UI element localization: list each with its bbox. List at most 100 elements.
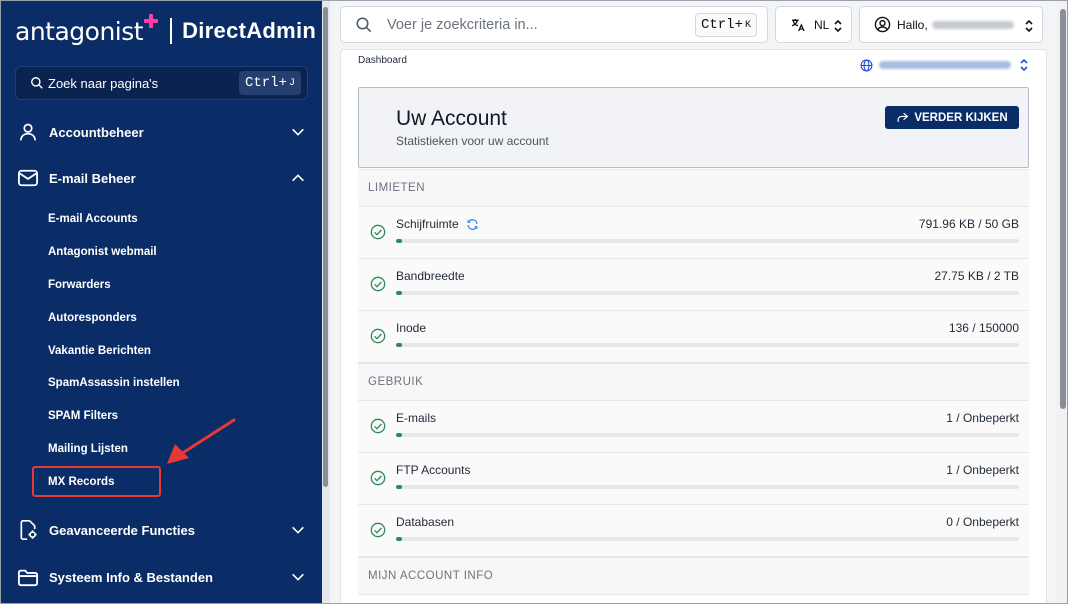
usage-label: Databasen xyxy=(396,515,455,529)
limit-label: Schijfruimte xyxy=(396,217,479,231)
sidebar-group-label: Accountbeheer xyxy=(49,124,144,140)
progress-fill xyxy=(396,291,403,295)
chevron-down-icon xyxy=(292,573,304,581)
verder-kijken-label: VERDER KIJKEN xyxy=(914,111,1008,124)
usage-value: 1 / Onbeperkt xyxy=(946,411,1019,425)
logo-antagonist: antagonist xyxy=(15,16,144,46)
app-window: antagonist DirectAdmin Zoek naar pagina'… xyxy=(0,0,1068,604)
limit-row-bandbreedte: Bandbreedte 27.75 KB / 2 TB xyxy=(358,259,1029,311)
usage-row-databasen: Databasen 0 / Onbeperkt xyxy=(358,505,1029,557)
settings-doc-icon xyxy=(17,519,39,541)
top-search-placeholder: Voer je zoekcriteria in... xyxy=(387,16,538,33)
account-title: Uw Account xyxy=(396,107,507,130)
annotation-highlight-box xyxy=(32,466,161,497)
domain-selector[interactable] xyxy=(860,58,1029,72)
progress-fill xyxy=(396,485,403,489)
account-subtitle: Statistieken voor uw account xyxy=(396,134,549,148)
user-menu[interactable]: Hallo, xyxy=(859,6,1043,43)
check-circle-icon xyxy=(370,224,386,240)
check-circle-icon xyxy=(370,276,386,292)
redacted-domain xyxy=(879,61,1011,69)
sidebar-group-label: Geavanceerde Functies xyxy=(49,522,195,538)
check-circle-icon xyxy=(370,522,386,538)
sidebar-item-spamassassin[interactable]: SpamAssassin instellen xyxy=(48,377,180,389)
logo[interactable]: antagonist DirectAdmin xyxy=(15,13,316,49)
share-arrow-icon xyxy=(897,112,909,122)
sidebar-item-antagonist-webmail[interactable]: Antagonist webmail xyxy=(48,246,157,258)
folder-icon xyxy=(17,566,39,588)
progress-bar xyxy=(396,537,1019,541)
sidebar: antagonist DirectAdmin Zoek naar pagina'… xyxy=(1,1,322,603)
verder-kijken-button[interactable]: VERDER KIJKEN xyxy=(885,106,1019,129)
user-greeting: Hallo, xyxy=(897,17,928,32)
check-circle-icon xyxy=(370,418,386,434)
sidebar-search-placeholder: Zoek naar pagina's xyxy=(48,75,159,91)
updown-chevron-icon xyxy=(834,19,842,33)
sidebar-group-accountbeheer[interactable]: Accountbeheer xyxy=(1,112,322,152)
progress-bar xyxy=(396,291,1019,295)
usage-label: FTP Accounts xyxy=(396,463,471,477)
main-scrollbar[interactable] xyxy=(1057,1,1067,603)
limit-label: Inode xyxy=(396,321,427,335)
progress-bar xyxy=(396,485,1019,489)
progress-fill xyxy=(396,433,403,437)
language-selector[interactable]: NL xyxy=(775,6,852,43)
globe-icon xyxy=(860,59,873,71)
sidebar-item-vakantie-berichten[interactable]: Vakantie Berichten xyxy=(48,345,151,357)
progress-bar xyxy=(396,343,1019,347)
usage-label: E-mails xyxy=(396,411,437,425)
logo-plus-icon xyxy=(144,14,159,28)
progress-bar xyxy=(396,239,1019,243)
sidebar-scrollbar[interactable] xyxy=(322,1,330,603)
search-icon xyxy=(31,77,43,89)
chevron-down-icon xyxy=(292,128,304,136)
updown-chevron-icon xyxy=(1025,19,1033,33)
progress-bar xyxy=(396,433,1019,437)
sidebar-group-email-beheer[interactable]: E-mail Beheer xyxy=(1,158,322,198)
sidebar-item-autoresponders[interactable]: Autoresponders xyxy=(48,312,137,324)
limit-row-schijfruimte: Schijfruimte 791.96 KB / 50 GB xyxy=(358,207,1029,259)
progress-fill xyxy=(396,239,403,243)
main-scrollbar-thumb[interactable] xyxy=(1060,9,1066,409)
sidebar-group-systeem-info[interactable]: Systeem Info & Bestanden xyxy=(1,557,322,597)
check-circle-icon xyxy=(370,470,386,486)
sidebar-scrollbar-thumb[interactable] xyxy=(323,7,328,487)
top-search-input[interactable]: Voer je zoekcriteria in... Ctrl+ K xyxy=(340,6,768,43)
sidebar-item-mailing-lijsten[interactable]: Mailing Lijsten xyxy=(48,443,128,455)
breadcrumb[interactable]: Dashboard xyxy=(358,55,407,66)
sidebar-item-email-accounts[interactable]: E-mail Accounts xyxy=(48,213,138,225)
sidebar-group-label: E-mail Beheer xyxy=(49,170,136,186)
section-header-gebruik: GEBRUIK xyxy=(358,363,1029,401)
redacted-username xyxy=(931,20,1014,29)
translate-icon xyxy=(791,18,805,31)
sidebar-search-input[interactable]: Zoek naar pagina's Ctrl+ J xyxy=(15,66,308,100)
mail-icon xyxy=(17,167,39,189)
chevron-up-icon xyxy=(292,174,304,182)
usage-row-emails: E-mails 1 / Onbeperkt xyxy=(358,401,1029,453)
progress-fill xyxy=(396,537,403,541)
usage-value: 0 / Onbeperkt xyxy=(946,515,1019,529)
limit-value: 136 / 150000 xyxy=(948,321,1019,335)
sidebar-item-forwarders[interactable]: Forwarders xyxy=(48,279,111,291)
sidebar-group-geavanceerde-functies[interactable]: Geavanceerde Functies xyxy=(1,510,322,550)
limit-row-inode: Inode 136 / 150000 xyxy=(358,311,1029,363)
sidebar-search-shortcut: Ctrl+ J xyxy=(238,71,301,95)
search-icon xyxy=(356,17,372,32)
top-search-shortcut: Ctrl+ K xyxy=(694,13,757,37)
section-header-limieten: LIMIETEN xyxy=(358,169,1029,207)
logo-directadmin: DirectAdmin xyxy=(182,18,317,43)
usage-row-ftp-accounts: FTP Accounts 1 / Onbeperkt xyxy=(358,453,1029,505)
updown-chevron-icon xyxy=(1020,58,1028,72)
check-circle-icon xyxy=(370,328,386,344)
progress-fill xyxy=(396,343,403,347)
language-label: NL xyxy=(814,17,830,32)
user-circle-icon xyxy=(874,16,891,33)
chevron-down-icon xyxy=(292,526,304,534)
sidebar-group-label: Systeem Info & Bestanden xyxy=(49,569,213,585)
usage-value: 1 / Onbeperkt xyxy=(946,463,1019,477)
limit-value: 27.75 KB / 2 TB xyxy=(934,269,1020,283)
limit-value: 791.96 KB / 50 GB xyxy=(918,217,1019,231)
refresh-icon[interactable] xyxy=(466,218,479,231)
sidebar-item-spam-filters[interactable]: SPAM Filters xyxy=(48,410,118,422)
section-header-mijn-account-info: MIJN ACCOUNT INFO xyxy=(358,557,1029,595)
